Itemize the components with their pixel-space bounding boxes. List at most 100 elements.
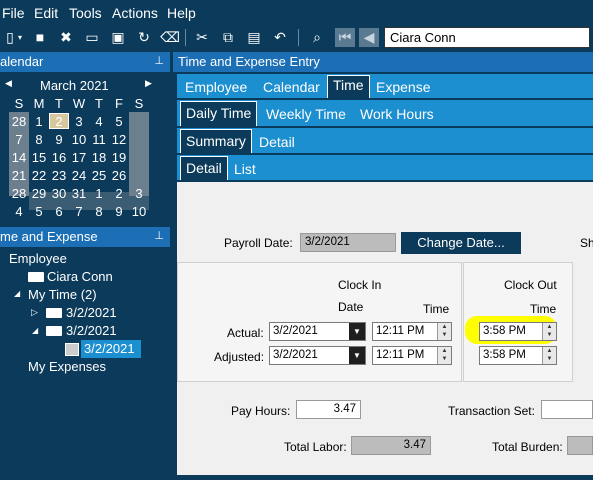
delete-icon[interactable]: ✖ — [56, 28, 76, 47]
calendar-day[interactable]: 9 — [49, 132, 69, 147]
pay-hours-field[interactable]: 3.47 — [296, 400, 361, 419]
tab-detail[interactable]: Detail — [259, 134, 295, 150]
calendar-day[interactable]: 26 — [109, 168, 129, 183]
calendar-day[interactable]: 7 — [9, 132, 29, 147]
employee-search-input[interactable]: Ciara Conn — [384, 27, 590, 48]
clear-icon[interactable]: ⌫ — [160, 28, 180, 47]
adjusted-date-combo[interactable]: 3/2/2021 ▼ — [269, 346, 366, 365]
new-dropdown-icon[interactable]: ▾ — [15, 28, 25, 47]
calendar-day[interactable]: 2 — [49, 114, 69, 129]
calendar-day[interactable]: 1 — [29, 114, 49, 129]
time-spinner-icon[interactable]: ▲ ▼ — [437, 347, 451, 364]
pin-icon[interactable]: ⊥ — [154, 229, 164, 242]
calendar-day[interactable]: 28 — [9, 114, 29, 129]
tree-my-expenses[interactable]: My Expenses — [28, 359, 106, 374]
tab-calendar[interactable]: Calendar — [263, 79, 320, 95]
copy-icon[interactable]: ⧉ — [218, 28, 238, 47]
expand-arrow-icon[interactable]: ◢ — [32, 326, 38, 335]
tab-summary[interactable]: Summary — [180, 129, 252, 153]
tree-my-time[interactable]: My Time (2) — [28, 287, 97, 302]
next-month-icon[interactable]: ▶ — [145, 78, 152, 89]
find-icon[interactable]: ⌕ — [307, 28, 327, 47]
calendar-day[interactable]: 19 — [109, 150, 129, 165]
calendar-weekday-header: S — [14, 96, 24, 111]
calendar-day[interactable]: 22 — [29, 168, 49, 183]
refresh-icon[interactable]: ↻ — [134, 28, 154, 47]
calendar-day[interactable]: 24 — [69, 168, 89, 183]
tab-time[interactable]: Time — [327, 75, 370, 98]
calendar-day[interactable]: 10 — [129, 204, 149, 219]
tab-employee[interactable]: Employee — [185, 79, 247, 95]
actual-date-combo[interactable]: 3/2/2021 ▼ — [269, 322, 366, 341]
calendar-day[interactable]: 5 — [109, 114, 129, 129]
calendar-day[interactable]: 5 — [29, 204, 49, 219]
calendar-day[interactable]: 23 — [49, 168, 69, 183]
calendar-day[interactable]: 2 — [109, 186, 129, 201]
calendar-day[interactable]: 8 — [29, 132, 49, 147]
calendar-day[interactable]: 25 — [89, 168, 109, 183]
change-date-button[interactable]: Change Date... — [401, 232, 521, 254]
prev-month-icon[interactable]: ◀ — [5, 78, 12, 89]
actual-in-time-field[interactable]: 12:11 PM ▲ ▼ — [372, 322, 452, 341]
menu-help[interactable]: Help — [167, 5, 196, 21]
tree-employee[interactable]: Employee — [9, 251, 67, 266]
adjusted-in-time-field[interactable]: 12:11 PM ▲ ▼ — [372, 346, 452, 365]
time-spinner-icon[interactable]: ▲ ▼ — [542, 347, 556, 364]
tree-week-2[interactable]: 3/2/2021 — [66, 323, 117, 338]
calendar-day[interactable]: 9 — [109, 204, 129, 219]
calendar-day[interactable]: 15 — [29, 150, 49, 165]
time-spinner-icon[interactable]: ▲ ▼ — [437, 323, 451, 340]
menu-tools[interactable]: Tools — [69, 5, 102, 21]
calendar-day[interactable]: 12 — [109, 132, 129, 147]
calendar-weekend-shade — [129, 112, 149, 196]
undo-icon[interactable]: ↶ — [270, 28, 290, 47]
calendar-day[interactable]: 7 — [69, 204, 89, 219]
calendar-day[interactable]: 6 — [49, 204, 69, 219]
calendar-day[interactable]: 3 — [129, 186, 149, 201]
calendar-icon[interactable]: ▣ — [108, 28, 128, 47]
calendar-day[interactable]: 14 — [9, 150, 29, 165]
calendar-day[interactable]: 11 — [89, 132, 109, 147]
calendar-day[interactable]: 31 — [69, 186, 89, 201]
tab-weekly-time[interactable]: Weekly Time — [266, 106, 346, 122]
expand-arrow-icon[interactable]: ◢ — [14, 289, 20, 298]
transaction-set-field[interactable] — [541, 400, 593, 419]
collapse-arrow-icon[interactable]: ▷ — [31, 307, 38, 318]
dropdown-arrow-icon[interactable]: ▼ — [349, 347, 365, 364]
time-spinner-icon[interactable]: ▲ ▼ — [542, 323, 556, 340]
calendar-day[interactable]: 4 — [9, 204, 29, 219]
menu-file[interactable]: File — [2, 5, 25, 21]
book-icon[interactable]: ▭ — [82, 28, 102, 47]
calendar-day[interactable]: 1 — [89, 186, 109, 201]
pin-icon[interactable]: ⊥ — [154, 54, 164, 67]
first-record-icon[interactable]: ⏮ — [335, 28, 355, 47]
cut-icon[interactable]: ✂ — [192, 28, 212, 47]
paste-icon[interactable]: ▤ — [244, 28, 264, 47]
calendar-day[interactable]: 21 — [9, 168, 29, 183]
actual-out-time-field[interactable]: 3:58 PM ▲ ▼ — [479, 322, 557, 341]
calendar-day[interactable]: 8 — [89, 204, 109, 219]
tree-week-1[interactable]: 3/2/2021 — [66, 305, 117, 320]
calendar-day[interactable]: 16 — [49, 150, 69, 165]
tab-work-hours[interactable]: Work Hours — [360, 106, 434, 122]
calendar-day[interactable]: 3 — [69, 114, 89, 129]
calendar-day[interactable]: 4 — [89, 114, 109, 129]
tab-daily-time[interactable]: Daily Time — [180, 101, 258, 126]
calendar-day[interactable]: 17 — [69, 150, 89, 165]
tab-list-view[interactable]: List — [234, 161, 256, 177]
tab-detail-view[interactable]: Detail — [180, 156, 228, 180]
tab-expense[interactable]: Expense — [376, 79, 430, 95]
calendar-day[interactable]: 28 — [9, 186, 29, 201]
calendar-day[interactable]: 10 — [69, 132, 89, 147]
previous-record-icon[interactable]: ◀ — [359, 28, 379, 47]
tree-person[interactable]: Ciara Conn — [47, 269, 113, 284]
tree-entry-selected[interactable]: 3/2/2021 — [84, 341, 135, 356]
adjusted-out-time-field[interactable]: 3:58 PM ▲ ▼ — [479, 346, 557, 365]
menu-actions[interactable]: Actions — [112, 5, 158, 21]
menu-edit[interactable]: Edit — [34, 5, 58, 21]
calendar-day[interactable]: 29 — [29, 186, 49, 201]
dropdown-arrow-icon[interactable]: ▼ — [349, 323, 365, 340]
calendar-day[interactable]: 30 — [49, 186, 69, 201]
save-icon[interactable]: ■ — [30, 28, 50, 47]
calendar-day[interactable]: 18 — [89, 150, 109, 165]
